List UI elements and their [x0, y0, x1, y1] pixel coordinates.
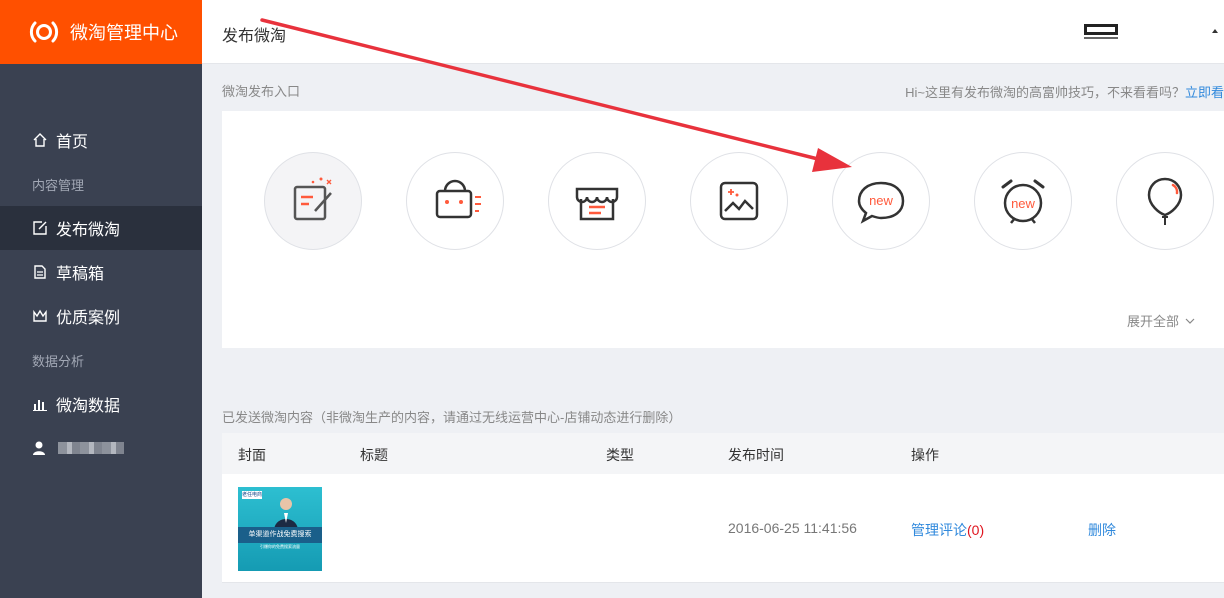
sidebar-item-label: 首页 — [56, 134, 89, 151]
edit-icon — [33, 221, 47, 235]
top-header: 发布微淘 — [202, 0, 1224, 64]
thumbnail-subtitle: 引爆你的免费搜索流量 — [260, 544, 300, 549]
sidebar-nav: 首页 内容管理 发布微淘 草稿箱 优质案例 数据分析 微淘数据 — [0, 118, 202, 470]
cover-thumbnail[interactable]: 老任电商 单渠道作战免费搜索 引爆你的免费搜索流量 — [238, 487, 322, 571]
tip-text: Hi~这里有发布微淘的高富帅技巧，不来看看吗？ — [905, 85, 1185, 100]
sent-content-table: 封面 标题 类型 发布时间 操作 老任电商 单渠道作战免费搜索 引爆你的免费搜索… — [222, 433, 1224, 583]
brand-name: 微淘管理中心 — [70, 23, 178, 43]
brand-header[interactable]: 微淘管理中心 — [0, 0, 202, 64]
shopping-bag-icon — [435, 179, 481, 219]
user-icon — [33, 441, 45, 455]
column-header-actions: 操作 — [911, 447, 939, 463]
thumbnail-headline: 单渠道作战免费搜索 — [238, 527, 322, 543]
expand-all-label: 展开全部 — [1127, 314, 1180, 329]
entry-new-chat[interactable]: new — [832, 152, 930, 250]
page-title: 发布微淘 — [222, 28, 287, 45]
tip-banner: Hi~这里有发布微淘的高富帅技巧，不来看看吗？立即看 — [905, 82, 1224, 101]
delete-link[interactable]: 删除 — [1088, 520, 1116, 540]
bar-chart-icon — [33, 400, 47, 411]
sidebar-item-home[interactable]: 首页 — [0, 118, 202, 162]
entry-caption: 微淘发布入口 — [222, 84, 301, 99]
column-header-title: 标题 — [360, 447, 388, 463]
chevron-down-icon — [1185, 318, 1195, 324]
column-header-time: 发布时间 — [728, 447, 784, 463]
presenter-figure-icon — [274, 498, 298, 531]
write-post-icon — [293, 177, 332, 221]
publish-entry-panel: new new 展开全部 — [222, 111, 1224, 348]
table-row: 老任电商 单渠道作战免费搜索 引爆你的免费搜索流量 2016-06-25 11:… — [222, 474, 1224, 583]
entry-balloon[interactable] — [1116, 152, 1214, 250]
blurred-username — [58, 442, 124, 454]
entry-shop[interactable] — [548, 152, 646, 250]
entry-new-alarm[interactable]: new — [974, 152, 1072, 250]
sidebar: 微淘管理中心 首页 内容管理 发布微淘 草稿箱 优质案例 数据分析 微淘数据 — [0, 0, 202, 598]
sidebar-item-account[interactable] — [0, 426, 202, 470]
shop-icon — [575, 187, 619, 221]
new-chat-icon: new — [857, 181, 905, 224]
tip-link[interactable]: 立即看 — [1185, 85, 1224, 100]
sidebar-item-data[interactable]: 微淘数据 — [0, 382, 202, 426]
thumbnail-brand: 老任电商 — [242, 491, 263, 499]
sidebar-item-label: 发布微淘 — [56, 222, 121, 239]
sidebar-section-analytics: 数据分析 — [32, 353, 85, 369]
entry-write-post[interactable] — [264, 152, 362, 250]
broadcast-logo-icon — [29, 21, 59, 43]
sidebar-item-cases[interactable]: 优质案例 — [0, 294, 202, 338]
balloon-icon — [1147, 177, 1183, 225]
sidebar-item-label: 优质案例 — [56, 310, 121, 327]
home-icon — [33, 133, 47, 147]
image-icon — [719, 181, 759, 221]
user-menu-caret-icon[interactable] — [1212, 29, 1218, 33]
column-header-type: 类型 — [606, 447, 634, 463]
expand-all-toggle[interactable]: 展开全部 — [1127, 311, 1195, 330]
crown-icon — [33, 309, 47, 322]
comment-count: (0) — [967, 522, 985, 538]
entry-image[interactable] — [690, 152, 788, 250]
new-alarm-clock-icon: new — [1001, 179, 1045, 224]
svg-text:new: new — [869, 193, 893, 208]
table-header: 封面 标题 类型 发布时间 操作 — [222, 433, 1224, 474]
row-publish-time: 2016-06-25 11:41:56 — [728, 520, 857, 536]
sidebar-item-drafts[interactable]: 草稿箱 — [0, 250, 202, 294]
draft-icon — [34, 265, 46, 279]
svg-text:new: new — [1011, 196, 1035, 211]
manage-comments-label: 管理评论 — [911, 522, 967, 538]
manage-comments-link[interactable]: 管理评论(0) — [911, 520, 984, 540]
entry-shopping-bag[interactable] — [406, 152, 504, 250]
sidebar-item-label: 草稿箱 — [56, 266, 105, 283]
sidebar-section-content: 内容管理 — [32, 177, 85, 193]
sent-caption: 已发送微淘内容（非微淘生产的内容，请通过无线运营中心-店铺动态进行删除） — [222, 410, 682, 425]
sidebar-item-label: 微淘数据 — [56, 398, 121, 415]
user-brand-logo[interactable] — [1084, 23, 1118, 41]
column-header-cover: 封面 — [238, 447, 266, 463]
sidebar-item-publish[interactable]: 发布微淘 — [0, 206, 202, 250]
